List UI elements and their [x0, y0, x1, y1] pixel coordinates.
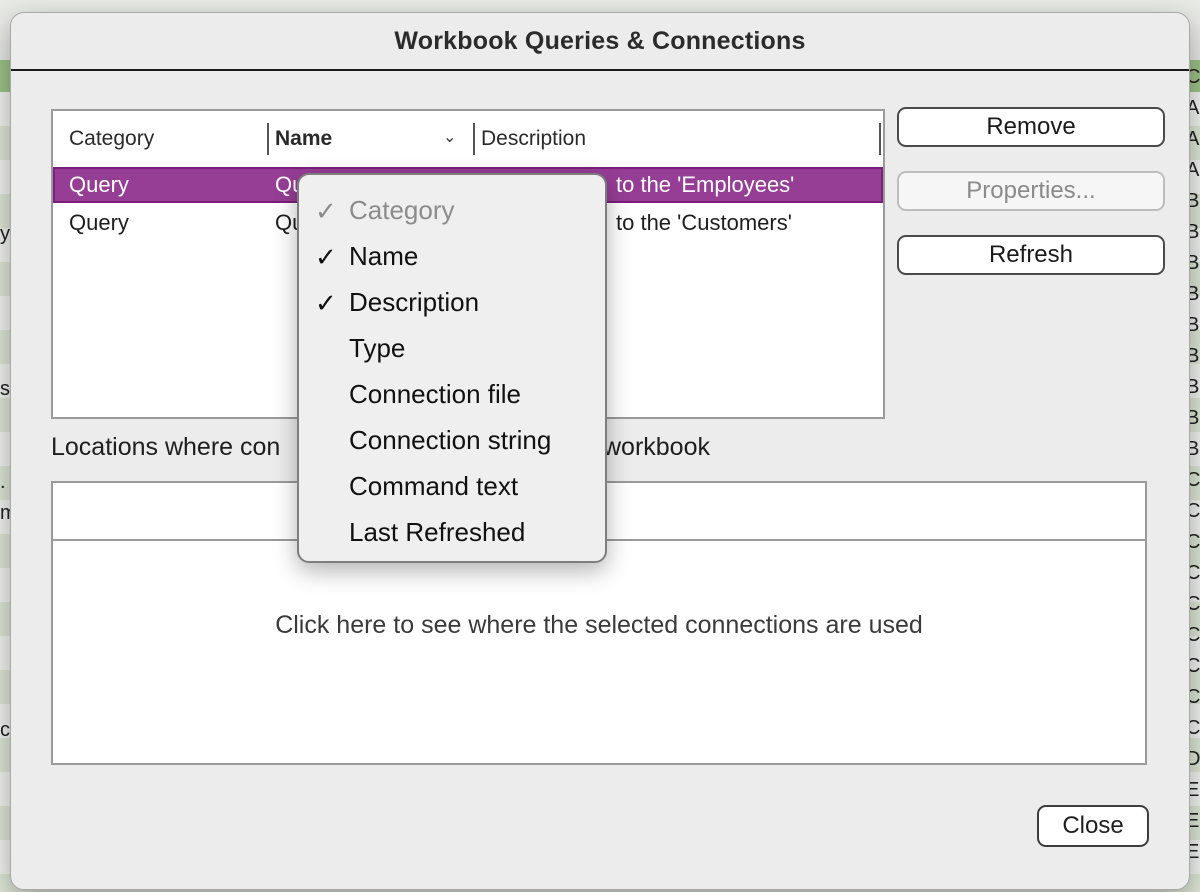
menu-item-label: Command text: [349, 471, 519, 501]
column-divider[interactable]: [473, 123, 475, 155]
row-description: to the 'Employees': [616, 172, 795, 197]
menu-item-label: Type: [349, 333, 406, 363]
checkmark-icon: ✓: [315, 242, 337, 272]
menu-item-label: Connection string: [349, 425, 552, 455]
remove-button[interactable]: Remove: [897, 107, 1165, 147]
chevron-down-icon[interactable]: ⌄: [443, 127, 456, 147]
list-column-headers: Category Name ⌄ Description: [53, 111, 883, 167]
menu-item-connection-string[interactable]: Connection string: [299, 417, 605, 463]
column-header-category[interactable]: Category: [69, 127, 154, 151]
menu-item-name[interactable]: ✓ Name: [299, 233, 605, 279]
menu-item-label: Last Refreshed: [349, 517, 526, 547]
menu-item-connection-file[interactable]: Connection file: [299, 371, 605, 417]
column-divider[interactable]: [879, 123, 881, 155]
refresh-button[interactable]: Refresh: [897, 235, 1165, 275]
menu-item-type[interactable]: Type: [299, 325, 605, 371]
sheet-cell-fragment: s: [0, 378, 10, 400]
row-category: Query: [69, 210, 129, 235]
properties-button: Properties...: [897, 171, 1165, 211]
column-divider[interactable]: [267, 123, 269, 155]
close-button[interactable]: Close: [1037, 805, 1149, 847]
column-header-description[interactable]: Description: [481, 127, 586, 151]
row-description: to the 'Customers': [616, 210, 792, 235]
sheet-cell-fragment: .: [0, 471, 6, 493]
menu-item-description[interactable]: ✓ Description: [299, 279, 605, 325]
sheet-cell-fragment: y: [0, 223, 10, 245]
dialog-titlebar: Workbook Queries & Connections: [11, 13, 1189, 71]
menu-item-label: Connection file: [349, 379, 521, 409]
locations-label-left: Locations where con: [51, 433, 281, 461]
locations-hint[interactable]: Click here to see where the selected con…: [53, 611, 1145, 640]
checkmark-icon: ✓: [315, 196, 337, 226]
menu-item-category: ✓ Category: [299, 187, 605, 233]
locations-label-right: workbook: [603, 433, 710, 461]
column-header-name[interactable]: Name: [275, 127, 332, 151]
column-chooser-menu: ✓ Category ✓ Name ✓ Description Type Connection…: [297, 173, 607, 563]
menu-item-last-refreshed[interactable]: Last Refreshed: [299, 509, 605, 555]
locations-label: Locations where con workbook: [51, 433, 710, 462]
dialog-title: Workbook Queries & Connections: [394, 26, 806, 55]
row-category: Query: [69, 172, 129, 197]
sheet-cell-fragment: m: [0, 502, 10, 524]
menu-item-label: Category: [349, 195, 455, 225]
checkmark-icon: ✓: [315, 288, 337, 318]
menu-item-label: Description: [349, 287, 480, 317]
menu-item-label: Name: [349, 241, 419, 271]
sheet-cell-fragment: ch: [0, 719, 10, 741]
menu-item-command-text[interactable]: Command text: [299, 463, 605, 509]
